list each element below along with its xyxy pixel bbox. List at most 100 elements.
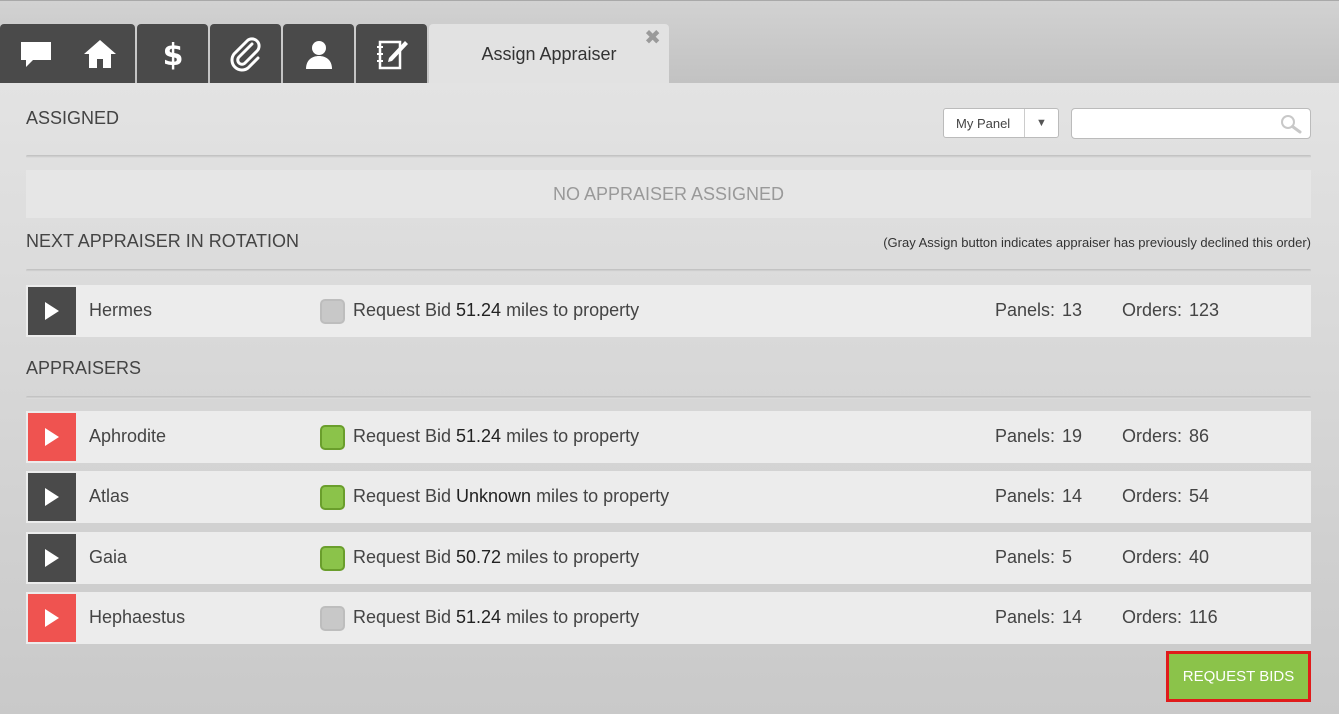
appraiser-row: Aphrodite Request Bid 51.24 miles to prope… — [26, 411, 1311, 463]
user-icon — [305, 41, 332, 69]
tab-billing[interactable]: $ — [137, 24, 208, 84]
empty-text: NO APPRAISER ASSIGNED — [552, 183, 785, 204]
appraiser-row: Gaia Request Bid 50.72 miles to property Pa… — [26, 532, 1311, 584]
orders-label: Orders: — [1122, 300, 1183, 320]
distance-suffix: miles to property — [506, 607, 640, 627]
assign-appraiser-panel: ASSIGNED My Panel ▼ NO APPRAISER ASSIGNE… — [0, 83, 1339, 714]
distance-suffix: miles to property — [506, 547, 640, 567]
appraiser-row: Hephaestus Request Bid 51.24 miles to prop… — [26, 592, 1311, 644]
tab-bar: $ Assign Appraiser ✖ — [0, 0, 1339, 84]
distance-text: 51.24 miles to property — [456, 607, 639, 628]
home-icon — [83, 40, 116, 68]
appraiser-name: Aphrodite — [89, 426, 167, 446]
panels-label: Panels: — [995, 607, 1056, 627]
panels-label: Panels: — [995, 486, 1056, 506]
distance-value: 51.24 — [456, 607, 502, 627]
distance-value: 50.72 — [456, 547, 502, 567]
svg-text:$: $ — [162, 38, 183, 72]
panels-count: 14 — [1062, 607, 1083, 627]
appraiser-name: Atlas — [89, 486, 130, 506]
divider — [26, 269, 1311, 272]
notes-icon — [376, 40, 408, 70]
chevron-down-icon[interactable]: ▼ — [1024, 109, 1058, 137]
play-icon — [45, 488, 59, 506]
orders-count: 40 — [1189, 547, 1210, 567]
search-input[interactable] — [1080, 109, 1280, 138]
distance-text: 51.24 miles to property — [456, 426, 639, 447]
orders-count: 123 — [1189, 300, 1220, 320]
chat-icon — [20, 42, 51, 67]
request-bid-checkbox[interactable] — [320, 485, 345, 510]
distance-text: 50.72 miles to property — [456, 547, 639, 568]
orders-count: 54 — [1189, 486, 1210, 506]
assign-button[interactable] — [28, 594, 76, 642]
appraiser-row: Hermes Request Bid 51.24 miles to property… — [26, 285, 1311, 337]
tab-assign-appraiser[interactable]: Assign Appraiser ✖ — [429, 24, 669, 84]
appraisers-heading: APPRAISERS — [26, 358, 142, 378]
declined-note: (Gray Assign button indicates appraiser … — [883, 235, 1311, 250]
panels-count: 19 — [1062, 426, 1083, 446]
distance-text: Unknown miles to property — [456, 486, 669, 507]
request-bid-label: Request Bid — [353, 607, 452, 627]
tab-contacts[interactable] — [283, 24, 354, 84]
paperclip-icon — [230, 37, 261, 72]
assigned-heading: ASSIGNED — [26, 108, 120, 128]
tab-home[interactable] — [64, 24, 135, 84]
distance-text: 51.24 miles to property — [456, 300, 639, 321]
request-bid-label: Request Bid — [353, 547, 452, 567]
close-icon[interactable]: ✖ — [644, 28, 661, 48]
play-icon — [45, 549, 59, 567]
search-icon[interactable] — [1280, 114, 1302, 134]
appraiser-name: Gaia — [89, 547, 128, 567]
request-bids-label: REQUEST BIDS — [1169, 654, 1308, 699]
distance-value: Unknown — [456, 486, 532, 506]
request-bid-label: Request Bid — [353, 300, 452, 320]
rotation-heading: NEXT APPRAISER IN ROTATION — [26, 231, 300, 251]
distance-suffix: miles to property — [506, 426, 640, 446]
tab-title: Assign Appraiser — [481, 43, 617, 64]
dollar-icon: $ — [162, 38, 183, 72]
search-box — [1071, 108, 1311, 139]
panels-label: Panels: — [995, 547, 1056, 567]
tab-attachments[interactable] — [210, 24, 281, 84]
play-icon — [45, 302, 59, 320]
orders-label: Orders: — [1122, 486, 1183, 506]
distance-value: 51.24 — [456, 426, 502, 446]
play-icon — [45, 609, 59, 627]
assign-button[interactable] — [28, 287, 76, 335]
no-appraiser-assigned-message: NO APPRAISER ASSIGNED — [26, 170, 1311, 218]
request-bid-checkbox[interactable] — [320, 299, 345, 324]
request-bid-label: Request Bid — [353, 426, 452, 446]
panel-filter-select[interactable]: My Panel ▼ — [943, 108, 1059, 138]
request-bid-checkbox[interactable] — [320, 425, 345, 450]
tab-chat[interactable] — [0, 24, 71, 84]
assign-button[interactable] — [28, 473, 76, 521]
request-bid-label: Request Bid — [353, 486, 452, 506]
divider — [26, 155, 1311, 158]
panels-label: Panels: — [995, 300, 1056, 320]
request-bids-button[interactable]: REQUEST BIDS — [1166, 651, 1311, 702]
distance-suffix: miles to property — [506, 300, 640, 320]
play-icon — [45, 428, 59, 446]
distance-value: 51.24 — [456, 300, 502, 320]
panels-count: 5 — [1062, 547, 1073, 567]
appraiser-row: Atlas Request Bid Unknown miles to propert… — [26, 471, 1311, 523]
orders-count: 86 — [1189, 426, 1210, 446]
appraiser-name: Hephaestus — [89, 607, 186, 627]
orders-label: Orders: — [1122, 547, 1183, 567]
panels-count: 13 — [1062, 300, 1083, 320]
appraiser-name: Hermes — [89, 300, 153, 320]
request-bid-checkbox[interactable] — [320, 606, 345, 631]
panel-filter-value: My Panel — [956, 115, 1011, 131]
tab-notes[interactable] — [356, 24, 427, 84]
assign-button[interactable] — [28, 413, 76, 461]
assign-button[interactable] — [28, 534, 76, 582]
divider — [26, 396, 1311, 399]
distance-suffix: miles to property — [536, 486, 670, 506]
orders-label: Orders: — [1122, 607, 1183, 627]
request-bid-checkbox[interactable] — [320, 546, 345, 571]
panels-label: Panels: — [995, 426, 1056, 446]
orders-count: 116 — [1189, 607, 1218, 627]
panels-count: 14 — [1062, 486, 1083, 506]
orders-label: Orders: — [1122, 426, 1183, 446]
